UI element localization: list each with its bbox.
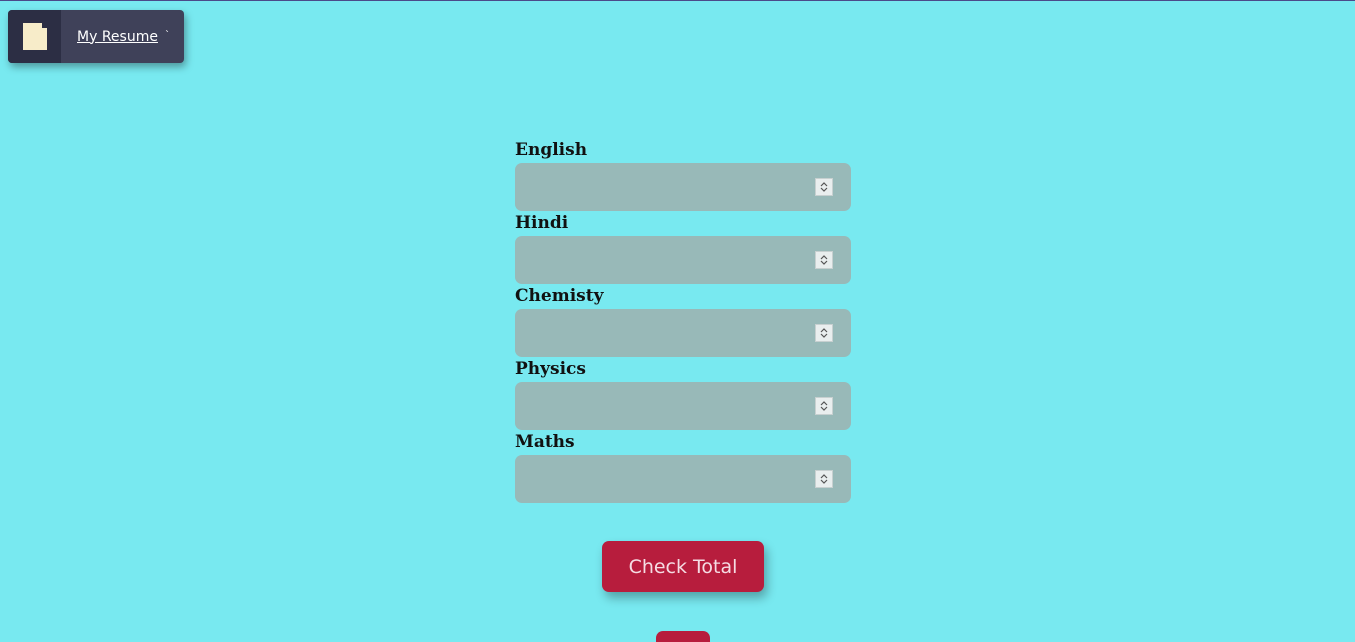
my-resume-link[interactable]: My Resume [77,29,158,45]
chemistry-input[interactable] [515,309,851,357]
document-icon [22,23,47,50]
check-total-button[interactable]: Check Total [602,541,764,592]
resume-tab[interactable]: My Resume ` [8,10,184,63]
chemistry-spinner-icon[interactable] [815,324,833,342]
physics-spinner-icon[interactable] [815,397,833,415]
hindi-field[interactable] [515,236,851,284]
physics-input[interactable] [515,382,851,430]
maths-field[interactable] [515,455,851,503]
physics-field[interactable] [515,382,851,430]
physics-label: Physics [515,359,586,379]
hindi-spinner-icon[interactable] [815,251,833,269]
english-spinner-icon[interactable] [815,178,833,196]
english-input[interactable] [515,163,851,211]
resume-icon-box [8,10,61,63]
chemistry-field[interactable] [515,309,851,357]
maths-spinner-icon[interactable] [815,470,833,488]
maths-input[interactable] [515,455,851,503]
hindi-label: Hindi [515,213,569,233]
resume-tick: ` [164,30,170,41]
hindi-input[interactable] [515,236,851,284]
english-field[interactable] [515,163,851,211]
chemistry-label: Chemisty [515,286,604,306]
partial-bottom-button[interactable] [656,631,710,642]
marks-form: English Hindi Chemisty Physics Maths [515,138,851,503]
english-label: English [515,140,588,160]
maths-label: Maths [515,432,575,452]
